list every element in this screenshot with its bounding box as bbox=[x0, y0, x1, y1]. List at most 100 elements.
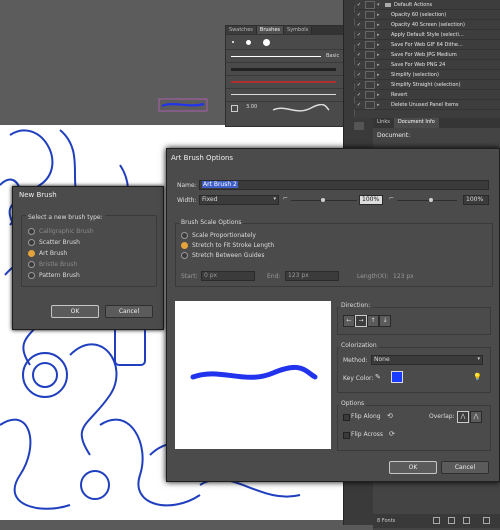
tips-icon[interactable]: 💡 bbox=[473, 373, 482, 381]
duplicate-icon[interactable] bbox=[463, 517, 470, 524]
collapse-arrow-icon[interactable]: ▸ bbox=[377, 82, 385, 88]
brushes-panel[interactable]: Swatches Brushes Symbols Basic 3.00 bbox=[225, 25, 345, 127]
brush-name-field[interactable]: Art Brush 2 bbox=[199, 180, 489, 190]
direction-right-button[interactable]: → bbox=[355, 315, 367, 327]
check-icon[interactable]: ✓ bbox=[355, 2, 363, 8]
collapse-arrow-icon[interactable]: ▸ bbox=[377, 52, 385, 58]
direction-left-button[interactable]: ← bbox=[343, 315, 355, 327]
check-icon[interactable]: ✓ bbox=[355, 82, 363, 88]
tab-links[interactable]: Links bbox=[373, 118, 394, 128]
red-brush-stroke[interactable] bbox=[231, 81, 336, 83]
new-icon[interactable] bbox=[433, 517, 440, 524]
dialog-toggle-icon[interactable] bbox=[365, 90, 375, 99]
dialog-toggle-icon[interactable] bbox=[365, 60, 375, 69]
action-row[interactable]: ✓ ▸ Save For Web PNG 24 bbox=[355, 60, 500, 70]
radio-button[interactable] bbox=[28, 272, 35, 279]
expand-arrow-icon[interactable]: ▾ bbox=[377, 2, 385, 8]
actions-panel[interactable]: ✓ ▾ Default Actions ✓ ▸ Opacity 60 (selection… bbox=[355, 0, 500, 118]
eyedropper-icon[interactable]: ✎ bbox=[375, 373, 381, 381]
action-row[interactable]: ✓ ▸ Apply Default Style (selecti... bbox=[355, 30, 500, 40]
collapse-arrow-icon[interactable]: ▸ bbox=[377, 62, 385, 68]
brush-type-option[interactable]: Scatter Brush bbox=[28, 239, 156, 246]
collapse-arrow-icon[interactable]: ▸ bbox=[377, 22, 385, 28]
overlap-none-button[interactable]: ⋀ bbox=[470, 411, 482, 423]
scale-option[interactable]: Scale Proportionately bbox=[181, 232, 274, 239]
action-set-row[interactable]: ✓ ▾ Default Actions bbox=[355, 0, 500, 10]
collapse-arrow-icon[interactable]: ▸ bbox=[377, 92, 385, 98]
method-dropdown[interactable]: None ▾ bbox=[371, 355, 483, 365]
variation-slider[interactable] bbox=[397, 200, 457, 201]
dialog-toggle-icon[interactable] bbox=[365, 40, 375, 49]
dialog-toggle-icon[interactable] bbox=[365, 50, 375, 59]
radio-button[interactable] bbox=[181, 232, 188, 239]
thin-brush-stroke[interactable] bbox=[231, 94, 336, 95]
width-percent-field[interactable]: 100% bbox=[359, 195, 383, 205]
end-field[interactable]: 123 px bbox=[285, 271, 339, 281]
scale-option[interactable]: Stretch to Fit Stroke Length bbox=[181, 242, 274, 249]
collapse-arrow-icon[interactable]: ▸ bbox=[377, 42, 385, 48]
tab-brushes[interactable]: Brushes bbox=[256, 26, 285, 34]
collapse-arrow-icon[interactable]: ▸ bbox=[377, 12, 385, 18]
scale-option[interactable]: Stretch Between Guides bbox=[181, 252, 274, 259]
dialog-toggle-icon[interactable] bbox=[365, 100, 375, 109]
width-slider-knob[interactable] bbox=[321, 198, 325, 202]
action-row[interactable]: ✓ ▸ Save For Web JPG Medium bbox=[355, 50, 500, 60]
tab-document-info[interactable]: Document Info bbox=[393, 118, 439, 128]
check-icon[interactable]: ✓ bbox=[355, 32, 363, 38]
brush-dot-small[interactable] bbox=[232, 41, 234, 43]
brush-dot-medium[interactable] bbox=[246, 39, 251, 45]
selected-stroke[interactable] bbox=[158, 98, 208, 112]
brush-library-icon[interactable] bbox=[231, 105, 238, 112]
action-row[interactable]: ✓ ▸ Opacity 40 Screen (selection) bbox=[355, 20, 500, 30]
radio-button[interactable] bbox=[181, 252, 188, 259]
wavy-brush-stroke[interactable] bbox=[271, 104, 331, 114]
check-icon[interactable]: ✓ bbox=[355, 72, 363, 78]
options-icon[interactable] bbox=[448, 517, 455, 524]
dialog-toggle-icon[interactable] bbox=[365, 20, 375, 29]
scale-options[interactable]: Scale Proportionately Stretch to Fit Stro… bbox=[181, 229, 274, 262]
key-color-swatch[interactable] bbox=[391, 371, 403, 383]
new-brush-cancel-button[interactable]: Cancel bbox=[105, 305, 153, 318]
art-brush-cancel-button[interactable]: Cancel bbox=[441, 461, 489, 474]
action-row[interactable]: ✓ ▸ Simplify Straight (selection) bbox=[355, 80, 500, 90]
check-icon[interactable]: ✓ bbox=[355, 102, 363, 108]
art-brush-options-dialog[interactable]: Art Brush Options Name: Art Brush 2 Widt… bbox=[166, 148, 500, 482]
check-icon[interactable]: ✓ bbox=[355, 62, 363, 68]
brush-dot-large[interactable] bbox=[263, 38, 270, 46]
dialog-toggle-icon[interactable] bbox=[365, 10, 375, 19]
flip-along-checkbox[interactable] bbox=[343, 414, 350, 421]
new-brush-ok-button[interactable]: OK bbox=[51, 305, 99, 318]
action-row[interactable]: ✓ ▸ Opacity 60 (selection) bbox=[355, 10, 500, 20]
trash-icon[interactable] bbox=[483, 517, 490, 524]
check-icon[interactable]: ✓ bbox=[355, 22, 363, 28]
variation-percent-field[interactable]: 100% bbox=[463, 195, 489, 205]
brush-type-options[interactable]: Calligraphic Brush Scatter Brush Art Brush… bbox=[22, 216, 156, 279]
action-row[interactable]: ✓ ▸ Simplify (selection) bbox=[355, 70, 500, 80]
radio-button[interactable] bbox=[181, 242, 188, 249]
check-icon[interactable]: ✓ bbox=[355, 42, 363, 48]
width-dropdown[interactable]: Fixed ▾ bbox=[199, 195, 279, 205]
charcoal-brush-stroke[interactable] bbox=[231, 68, 336, 71]
variation-slider-knob[interactable] bbox=[429, 198, 433, 202]
radio-button[interactable] bbox=[28, 250, 35, 257]
check-icon[interactable]: ✓ bbox=[355, 12, 363, 18]
art-brush-ok-button[interactable]: OK bbox=[389, 461, 437, 474]
direction-down-button[interactable]: ↓ bbox=[379, 315, 391, 327]
dialog-toggle-icon[interactable] bbox=[365, 0, 375, 9]
overlap-adjust-button[interactable]: ⋀ bbox=[457, 411, 469, 423]
action-row[interactable]: ✓ ▸ Revert bbox=[355, 90, 500, 100]
dialog-toggle-icon[interactable] bbox=[365, 30, 375, 39]
new-brush-dialog[interactable]: New Brush Select a new brush type: Calli… bbox=[12, 186, 164, 330]
collapse-arrow-icon[interactable]: ▸ bbox=[377, 72, 385, 78]
tab-symbols[interactable]: Symbols bbox=[284, 26, 313, 34]
flip-across-checkbox[interactable] bbox=[343, 432, 350, 439]
artboards-panel-icon[interactable] bbox=[354, 122, 364, 130]
dialog-toggle-icon[interactable] bbox=[365, 80, 375, 89]
collapse-arrow-icon[interactable]: ▸ bbox=[377, 102, 385, 108]
brush-type-option[interactable]: Pattern Brush bbox=[28, 272, 156, 279]
radio-button[interactable] bbox=[28, 239, 35, 246]
start-field[interactable]: 0 px bbox=[201, 271, 255, 281]
check-icon[interactable]: ✓ bbox=[355, 52, 363, 58]
brush-type-option[interactable]: Art Brush bbox=[28, 250, 156, 257]
check-icon[interactable]: ✓ bbox=[355, 92, 363, 98]
